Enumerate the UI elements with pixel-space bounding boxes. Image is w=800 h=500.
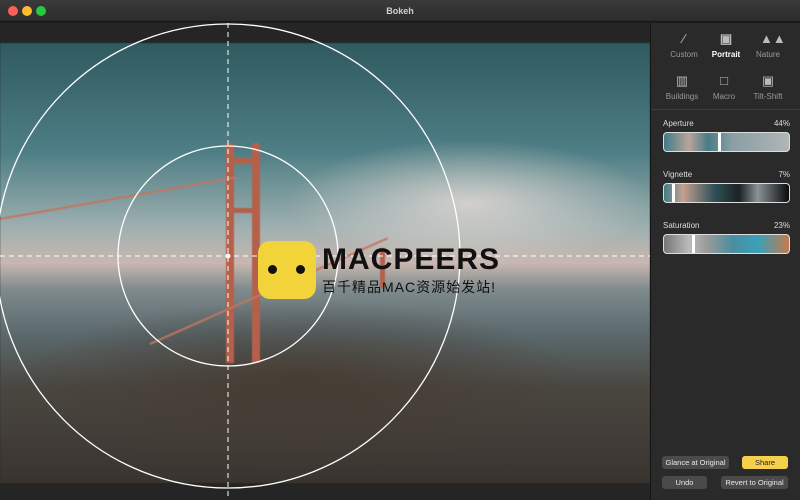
preset-macro[interactable]: □ Macro	[699, 73, 749, 101]
slider-value: 44%	[773, 119, 790, 128]
slider-aperture[interactable]: Aperture 44%	[663, 119, 790, 152]
share-button[interactable]: Share	[742, 456, 788, 469]
slider-value: 23%	[773, 221, 790, 230]
slider-handle[interactable]	[671, 184, 675, 202]
buildings-icon: ▥	[675, 73, 689, 88]
title-bar: Bokeh	[0, 0, 800, 22]
sidebar: ⁄ Custom ▣ Portrait ▲▲ Nature ▥ Buildings □ M…	[650, 23, 800, 500]
brush-icon: ⁄	[682, 31, 686, 46]
photo-canvas[interactable]: MACPEERS 百千精品MAC资源始发站!	[0, 23, 650, 500]
slider-value: 7%	[778, 170, 790, 179]
divider	[651, 109, 800, 110]
minimize-button[interactable]	[22, 6, 32, 16]
watermark-brand: MACPEERS	[322, 243, 501, 276]
preset-nature[interactable]: ▲▲ Nature	[743, 31, 793, 59]
slider-vignette[interactable]: Vignette 7%	[663, 170, 790, 203]
watermark-tagline: 百千精品MAC资源始发站!	[322, 279, 496, 295]
portrait-icon: ▣	[719, 31, 733, 46]
zoom-button[interactable]	[36, 6, 46, 16]
preset-tilt-shift[interactable]: ▣ Tilt-Shift	[743, 73, 793, 101]
revert-to-original-button[interactable]: Revert to Original	[721, 476, 788, 489]
watermark: MACPEERS 百千精品MAC资源始发站!	[258, 241, 500, 299]
window-title: Bokeh	[386, 6, 414, 16]
macpeers-logo	[258, 241, 316, 299]
slider-saturation[interactable]: Saturation 23%	[663, 221, 790, 254]
glance-at-original-button[interactable]: Glance at Original	[662, 456, 729, 469]
slider-label: Vignette	[663, 170, 693, 179]
slider-track[interactable]	[663, 183, 790, 203]
close-button[interactable]	[8, 6, 18, 16]
slider-handle[interactable]	[718, 133, 721, 151]
slider-label: Aperture	[663, 119, 694, 128]
slider-handle[interactable]	[691, 235, 695, 253]
slider-track[interactable]	[663, 234, 790, 254]
portrait-icon: ▣	[761, 73, 775, 88]
slider-label: Saturation	[663, 221, 700, 230]
slider-track[interactable]	[663, 132, 790, 152]
focus-center-handle	[225, 253, 231, 259]
square-icon: □	[720, 73, 728, 88]
trees-icon: ▲▲	[760, 31, 786, 46]
undo-button[interactable]: Undo	[662, 476, 707, 489]
